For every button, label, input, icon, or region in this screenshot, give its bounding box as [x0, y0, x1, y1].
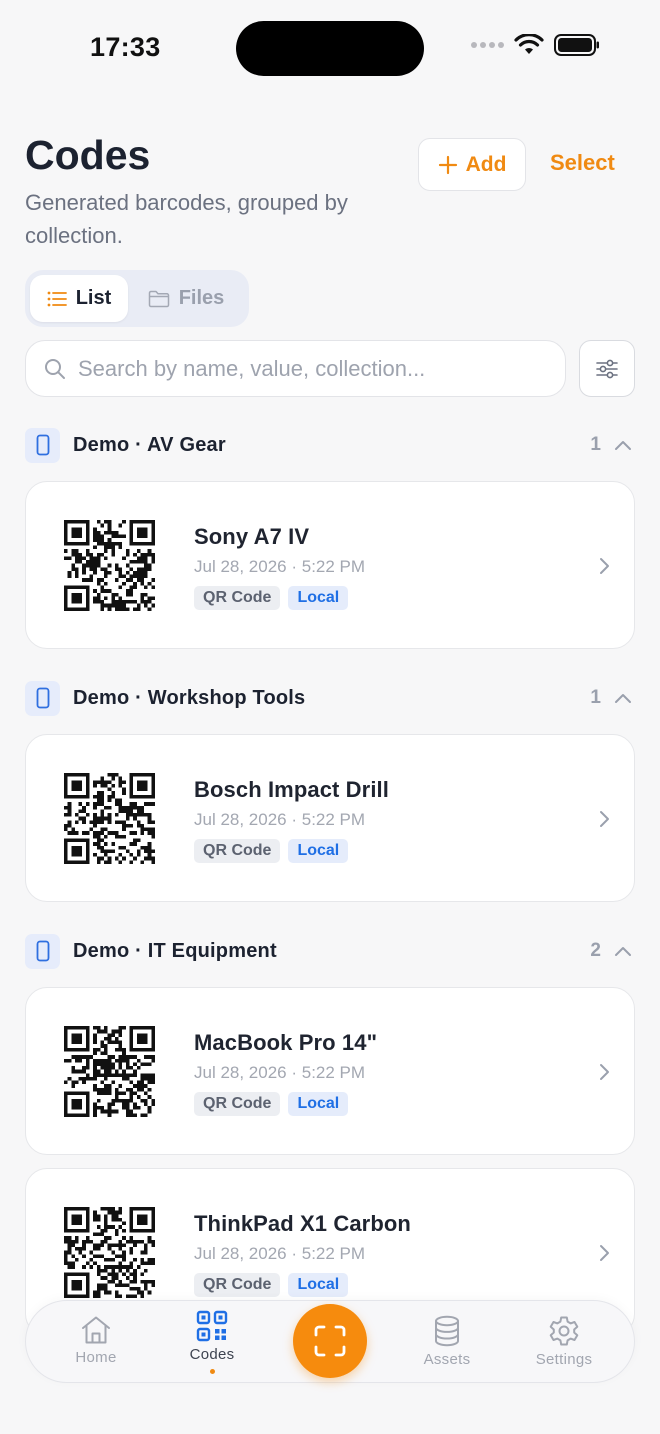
scan-icon: [314, 1325, 346, 1357]
folder-icon: [148, 290, 169, 307]
dynamic-island: [236, 21, 424, 76]
tab-label: Assets: [423, 1351, 471, 1368]
status-icons: [471, 34, 600, 56]
item-date: Jul 28, 2026 · 5:22 PM: [194, 1244, 366, 1263]
plus-icon: [438, 155, 457, 174]
tab-codes[interactable]: Codes: [182, 1301, 242, 1384]
type-badge: QR Code: [194, 1273, 281, 1297]
home-icon: [82, 1316, 110, 1344]
code-card[interactable]: Sony A7 IV Jul 28, 2026 · 5:22 PM QR Cod…: [25, 481, 635, 649]
list-view-tab[interactable]: List: [30, 275, 128, 322]
qr-grid-icon: [196, 1310, 228, 1342]
chevron-right-icon: [600, 1064, 609, 1080]
search-input[interactable]: [78, 355, 548, 382]
files-view-tab[interactable]: Files: [128, 275, 244, 322]
qr-code-thumbnail: [64, 1026, 155, 1117]
chevron-right-icon: [600, 811, 609, 827]
phone-icon: [25, 933, 60, 969]
chevron-up-icon[interactable]: [613, 688, 633, 708]
item-name: Sony A7 IV: [194, 524, 310, 549]
source-badge: Local: [288, 839, 349, 863]
type-badge: QR Code: [194, 1092, 281, 1116]
qr-code-thumbnail: [64, 1207, 155, 1298]
cellular-icon: [471, 42, 504, 48]
group-header[interactable]: Demo · IT Equipment 2: [25, 933, 635, 969]
list-icon: [47, 291, 67, 306]
files-view-label: Files: [178, 287, 225, 309]
wifi-icon: [514, 34, 544, 54]
database-icon: [435, 1315, 459, 1347]
status-time: 17:33: [90, 32, 161, 62]
item-date: Jul 28, 2026 · 5:22 PM: [194, 1063, 366, 1082]
group-title: Demo · Workshop Tools: [73, 686, 306, 709]
source-badge: Local: [288, 1273, 349, 1297]
phone-icon: [25, 680, 60, 716]
chevron-up-icon[interactable]: [613, 941, 633, 961]
code-card[interactable]: Bosch Impact Drill Jul 28, 2026 · 5:22 P…: [25, 734, 635, 902]
qr-code-thumbnail: [64, 773, 155, 864]
gear-icon: [549, 1316, 579, 1346]
type-badge: QR Code: [194, 839, 281, 863]
chevron-up-icon[interactable]: [613, 435, 633, 455]
type-badge: QR Code: [194, 586, 281, 610]
group-count: 1: [590, 687, 601, 708]
tab-assets[interactable]: Assets: [417, 1301, 477, 1384]
battery-icon: [554, 34, 599, 56]
group-header[interactable]: Demo · Workshop Tools 1: [25, 680, 635, 716]
item-date: Jul 28, 2026 · 5:22 PM: [194, 557, 366, 576]
item-name: Bosch Impact Drill: [194, 777, 389, 802]
scan-button[interactable]: [293, 1304, 367, 1378]
page-subtitle: Generated barcodes, grouped by collectio…: [25, 190, 348, 248]
tab-settings[interactable]: Settings: [528, 1301, 600, 1384]
sliders-icon: [596, 359, 618, 378]
tab-home[interactable]: Home: [66, 1301, 126, 1384]
code-card[interactable]: MacBook Pro 14" Jul 28, 2026 · 5:22 PM Q…: [25, 987, 635, 1155]
chevron-right-icon: [600, 1245, 609, 1261]
tab-label: Home: [75, 1349, 117, 1366]
qr-code-thumbnail: [64, 520, 155, 611]
view-toggle: List Files: [25, 270, 249, 327]
source-badge: Local: [288, 1092, 349, 1116]
filter-button[interactable]: [579, 340, 635, 397]
add-button[interactable]: Add: [418, 138, 526, 191]
item-name: ThinkPad X1 Carbon: [194, 1211, 411, 1236]
search-bar: [25, 340, 566, 397]
item-name: MacBook Pro 14": [194, 1030, 378, 1055]
add-button-label: Add: [465, 152, 507, 176]
phone-icon: [25, 427, 60, 463]
status-bar: 17:33: [0, 0, 660, 96]
group-count: 2: [590, 940, 601, 961]
tab-label: Settings: [535, 1351, 593, 1368]
item-date: Jul 28, 2026 · 5:22 PM: [194, 810, 366, 829]
tab-label: Codes: [189, 1346, 235, 1363]
source-badge: Local: [288, 586, 349, 610]
group-title: Demo · IT Equipment: [73, 939, 277, 962]
search-icon: [45, 358, 65, 379]
select-button[interactable]: Select: [550, 150, 615, 176]
group-count: 1: [590, 434, 601, 455]
group-title: Demo · AV Gear: [73, 433, 226, 456]
list-view-label: List: [75, 287, 112, 309]
active-tab-indicator: [209, 1369, 215, 1374]
group-header[interactable]: Demo · AV Gear 1: [25, 427, 635, 463]
chevron-right-icon: [600, 558, 609, 574]
page-title: Codes: [25, 132, 151, 178]
